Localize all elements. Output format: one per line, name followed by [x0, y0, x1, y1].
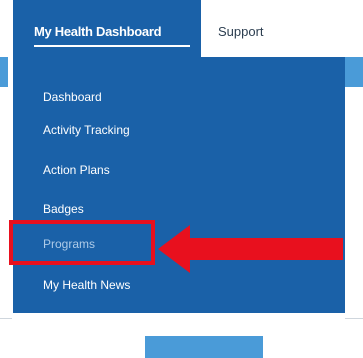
tab-my-health-dashboard-label: My Health Dashboard [34, 24, 162, 39]
tab-support[interactable]: Support [218, 24, 264, 39]
background-button[interactable] [145, 336, 263, 358]
tab-my-health-dashboard[interactable]: My Health Dashboard [13, 0, 201, 57]
programs-highlight-box [9, 220, 155, 265]
background-divider-right [345, 318, 363, 319]
left-arrow-icon [158, 225, 343, 273]
dashboard-dropdown-menu: Dashboard Activity Tracking Action Plans… [13, 57, 345, 313]
menu-item-my-health-news[interactable]: My Health News [43, 278, 130, 292]
menu-item-action-plans[interactable]: Action Plans [43, 163, 110, 177]
menu-item-badges[interactable]: Badges [43, 202, 84, 216]
menu-item-activity-tracking[interactable]: Activity Tracking [43, 123, 130, 137]
background-divider-left [0, 318, 12, 319]
top-navigation: My Health Dashboard Support [0, 0, 363, 57]
active-tab-underline [34, 45, 190, 47]
menu-item-dashboard[interactable]: Dashboard [43, 90, 102, 104]
background-banner-right [345, 57, 363, 87]
background-banner-left [0, 57, 8, 87]
